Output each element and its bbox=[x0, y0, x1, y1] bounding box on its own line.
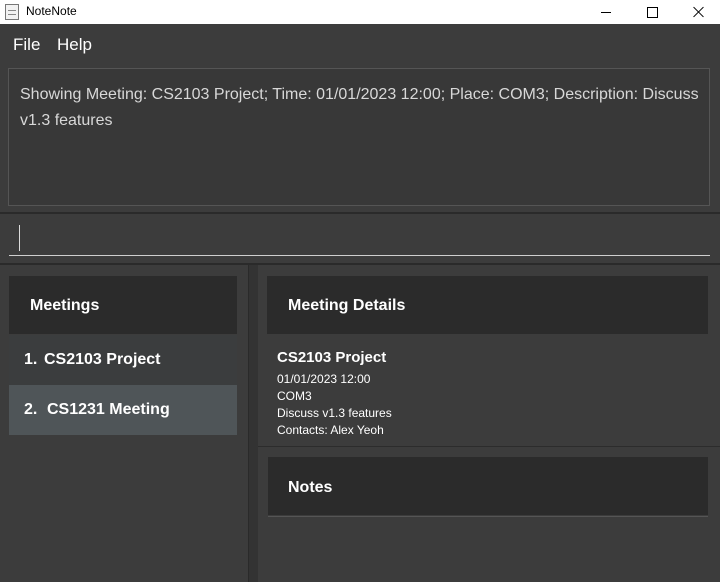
meeting-contacts: Contacts: Alex Yeoh bbox=[277, 423, 384, 437]
minimize-icon bbox=[601, 11, 611, 13]
menu-bar: File Help bbox=[0, 27, 720, 61]
meetings-header: Meetings bbox=[9, 276, 237, 334]
maximize-button[interactable] bbox=[629, 0, 675, 24]
meeting-index: 1. bbox=[24, 351, 38, 368]
meeting-time: 01/01/2023 12:00 bbox=[277, 372, 371, 386]
notepad-icon bbox=[5, 4, 19, 20]
meeting-details-header: Meeting Details bbox=[267, 276, 708, 334]
meeting-details-card: CS2103 Project 01/01/2023 12:00 COM3 Dis… bbox=[267, 335, 708, 445]
meeting-name: CS1231 Meeting bbox=[47, 401, 170, 418]
close-button[interactable] bbox=[675, 0, 720, 24]
minimize-button[interactable] bbox=[583, 0, 629, 24]
text-caret bbox=[19, 225, 20, 251]
meeting-description: Discuss v1.3 features bbox=[277, 406, 392, 420]
meeting-details-header-label: Meeting Details bbox=[288, 297, 406, 314]
result-text: Showing Meeting: CS2103 Project; Time: 0… bbox=[20, 86, 699, 129]
menu-help[interactable]: Help bbox=[57, 35, 92, 55]
maximize-icon bbox=[646, 6, 658, 18]
meeting-title: CS2103 Project bbox=[277, 349, 387, 366]
meeting-index: 2. bbox=[24, 401, 38, 418]
meeting-name: CS2103 Project bbox=[44, 351, 161, 368]
title-bar: NoteNote bbox=[0, 0, 720, 24]
meeting-list-item-selected[interactable]: 2. CS1231 Meeting bbox=[9, 385, 237, 435]
notes-header: Notes bbox=[268, 457, 708, 515]
divider bbox=[258, 446, 720, 447]
notes-area-border bbox=[268, 516, 708, 517]
window-title: NoteNote bbox=[26, 4, 77, 18]
close-icon bbox=[692, 6, 704, 18]
split-pane-divider[interactable] bbox=[248, 265, 258, 582]
notes-header-label: Notes bbox=[288, 479, 333, 496]
result-display[interactable]: Showing Meeting: CS2103 Project; Time: 0… bbox=[8, 68, 710, 206]
meetings-header-label: Meetings bbox=[30, 297, 100, 314]
meeting-list-item[interactable]: 1. CS2103 Project bbox=[9, 335, 237, 385]
command-input[interactable] bbox=[9, 222, 710, 256]
divider bbox=[0, 212, 720, 214]
meeting-place: COM3 bbox=[277, 389, 312, 403]
menu-file[interactable]: File bbox=[13, 35, 40, 55]
